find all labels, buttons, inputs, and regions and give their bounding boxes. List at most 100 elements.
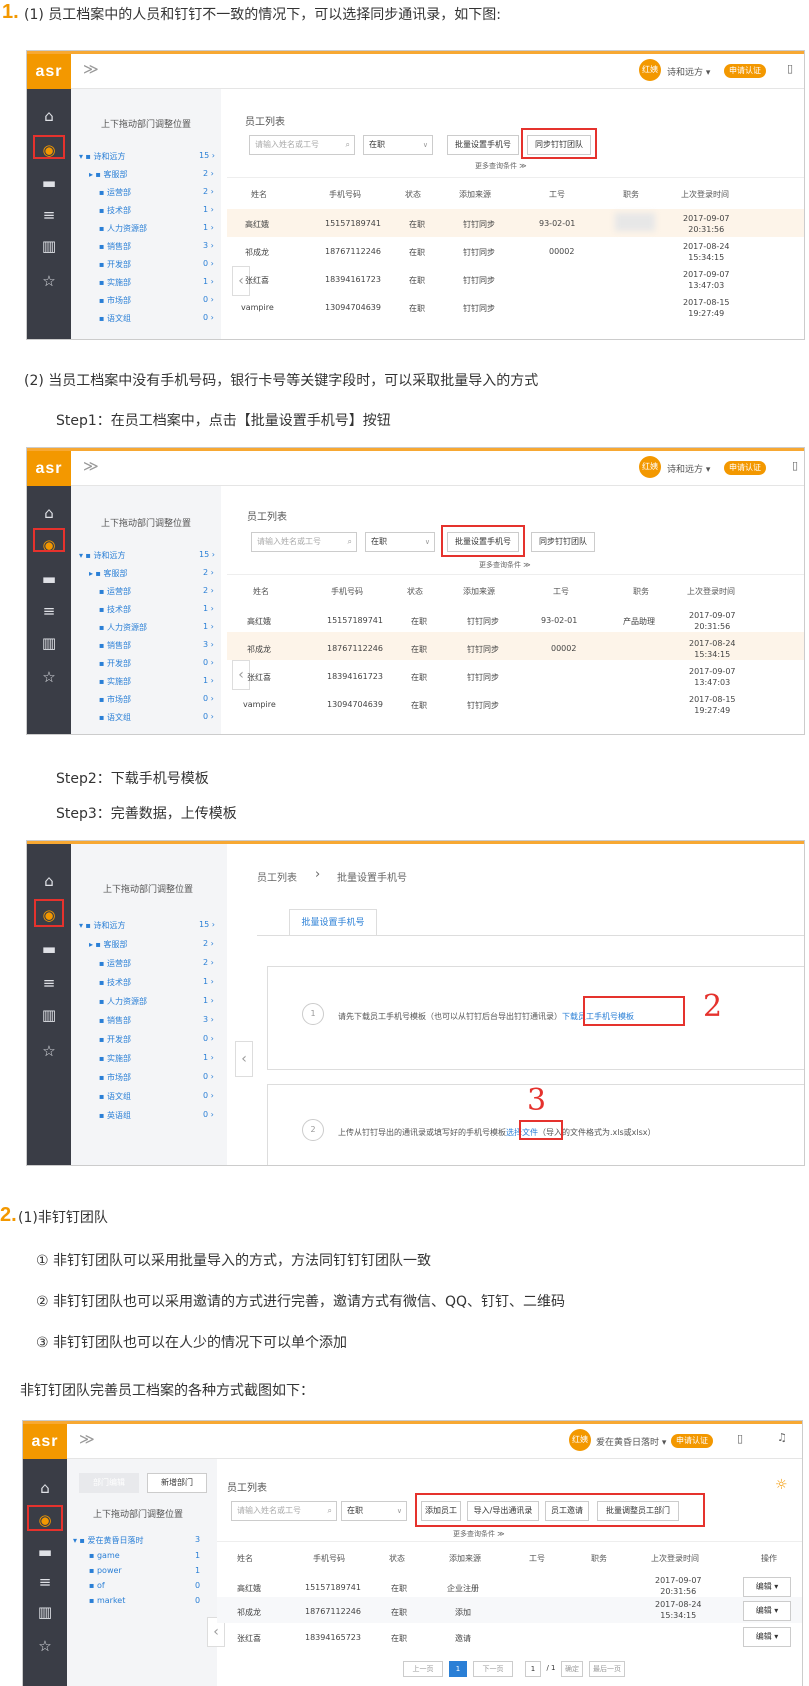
- tree-item[interactable]: ▪ 运营部: [99, 586, 131, 597]
- chart-icon[interactable]: ▥: [27, 634, 71, 652]
- database-icon[interactable]: ≡: [27, 206, 71, 224]
- user-name[interactable]: 诗和远方 ▾: [667, 65, 710, 78]
- card-icon[interactable]: ▬: [27, 174, 71, 192]
- sync-team-button[interactable]: 同步钉钉团队: [531, 532, 595, 552]
- tree-item[interactable]: ▪ power: [89, 1566, 122, 1575]
- tab-batch-phone[interactable]: 批量设置手机号: [289, 909, 377, 935]
- tree-item[interactable]: ▪ 销售部: [99, 640, 131, 651]
- logo[interactable]: asr: [23, 1424, 67, 1459]
- search-input[interactable]: 请输入姓名或工号 ⌕: [231, 1501, 337, 1521]
- auth-badge[interactable]: 申请认证: [671, 1434, 713, 1448]
- card-icon[interactable]: ▬: [23, 1543, 67, 1561]
- pager-current[interactable]: 1: [449, 1661, 467, 1677]
- tree-item[interactable]: ▪ 技术部: [99, 604, 131, 615]
- expand-icon[interactable]: ≫: [79, 1430, 95, 1448]
- lightbulb-icon[interactable]: ☼: [775, 1477, 788, 1493]
- star-icon[interactable]: ☆: [23, 1637, 67, 1655]
- tree-item[interactable]: ▪ 人力资源部: [99, 996, 147, 1007]
- book-icon[interactable]: ▯: [787, 62, 793, 75]
- database-icon[interactable]: ≡: [23, 1573, 67, 1591]
- search-icon[interactable]: ⌕: [348, 533, 352, 551]
- pager-last[interactable]: 最后一页: [589, 1661, 625, 1677]
- avatar[interactable]: 红姨: [639, 456, 661, 478]
- more-filters[interactable]: 更多查询条件 ≫: [479, 560, 531, 570]
- breadcrumb-list[interactable]: 员工列表: [257, 869, 297, 884]
- collapse-tree-button[interactable]: ‹: [235, 1041, 253, 1077]
- tree-item[interactable]: ▾ ▪ 诗和远方: [79, 920, 126, 931]
- tree-item[interactable]: ▪ game: [89, 1551, 120, 1560]
- user-name[interactable]: 诗和远方 ▾: [667, 462, 710, 475]
- new-dept-button[interactable]: 新增部门: [147, 1473, 207, 1493]
- tree-item[interactable]: ▪ 销售部: [99, 1015, 131, 1026]
- more-filters[interactable]: 更多查询条件 ≫: [453, 1529, 505, 1539]
- expand-icon[interactable]: ≫: [83, 60, 99, 78]
- bell-icon[interactable]: ♫: [777, 1431, 787, 1444]
- tree-item[interactable]: ▪ 英语组: [99, 1110, 131, 1121]
- chart-icon[interactable]: ▥: [23, 1603, 67, 1621]
- edit-button[interactable]: 编辑 ▾: [743, 1601, 791, 1621]
- tree-item[interactable]: ▪ 运营部: [99, 958, 131, 969]
- tree-item[interactable]: ▪ 开发部: [99, 658, 131, 669]
- tree-item[interactable]: ▪ 技术部: [99, 977, 131, 988]
- chart-icon[interactable]: ▥: [27, 1006, 71, 1024]
- tree-item[interactable]: ▪ 销售部: [99, 241, 131, 252]
- home-icon[interactable]: ⌂: [27, 872, 71, 890]
- search-input[interactable]: 请输入姓名或工号 ⌕: [251, 532, 357, 552]
- tree-item[interactable]: ▾ ▪ 诗和远方: [79, 550, 126, 561]
- tree-item[interactable]: ▪ 实施部: [99, 1053, 131, 1064]
- tree-item[interactable]: ▪ 语文组: [99, 712, 131, 723]
- search-input[interactable]: 请输入姓名或工号 ⌕: [249, 135, 355, 155]
- star-icon[interactable]: ☆: [27, 668, 71, 686]
- star-icon[interactable]: ☆: [27, 1042, 71, 1060]
- tree-item[interactable]: ▪ market: [89, 1596, 125, 1605]
- tree-item[interactable]: ▪ 运营部: [99, 187, 131, 198]
- tree-item[interactable]: ▪ 人力资源部: [99, 622, 147, 633]
- logo[interactable]: asr: [27, 54, 71, 89]
- tree-item[interactable]: ▪ 市场部: [99, 295, 131, 306]
- dept-edit-button[interactable]: 部门编辑: [79, 1473, 139, 1493]
- tree-item[interactable]: ▾ ▪ 爱在黄昏日落时: [73, 1535, 144, 1546]
- tree-item[interactable]: ▾ ▪ 诗和远方: [79, 151, 126, 162]
- tree-item[interactable]: ▸ ▪ 客服部: [89, 568, 128, 579]
- home-icon[interactable]: ⌂: [27, 504, 71, 522]
- batch-phone-button[interactable]: 批量设置手机号: [447, 135, 519, 155]
- status-select[interactable]: 在职 ∨: [341, 1501, 407, 1521]
- chart-icon[interactable]: ▥: [27, 237, 71, 255]
- auth-badge[interactable]: 申请认证: [724, 461, 766, 475]
- database-icon[interactable]: ≡: [27, 602, 71, 620]
- star-icon[interactable]: ☆: [27, 272, 71, 290]
- avatar[interactable]: 红姨: [569, 1429, 591, 1451]
- book-icon[interactable]: ▯: [737, 1432, 743, 1445]
- tree-item[interactable]: ▪ 语文组: [99, 313, 131, 324]
- tree-item[interactable]: ▪ 实施部: [99, 277, 131, 288]
- tree-item[interactable]: ▪ 语文组: [99, 1091, 131, 1102]
- tree-item[interactable]: ▸ ▪ 客服部: [89, 169, 128, 180]
- auth-badge[interactable]: 申请认证: [724, 64, 766, 78]
- status-select[interactable]: 在职 ∨: [365, 532, 435, 552]
- tree-item[interactable]: ▪ 市场部: [99, 694, 131, 705]
- pager-prev[interactable]: 上一页: [403, 1661, 443, 1677]
- search-icon[interactable]: ⌕: [346, 136, 350, 154]
- edit-button[interactable]: 编辑 ▾: [743, 1577, 791, 1597]
- tree-item[interactable]: ▪ 开发部: [99, 1034, 131, 1045]
- status-select[interactable]: 在职 ∨: [363, 135, 433, 155]
- tree-item[interactable]: ▪ 市场部: [99, 1072, 131, 1083]
- card-icon[interactable]: ▬: [27, 940, 71, 958]
- database-icon[interactable]: ≡: [27, 974, 71, 992]
- avatar[interactable]: 红姨: [639, 59, 661, 81]
- tree-item[interactable]: ▪ 技术部: [99, 205, 131, 216]
- home-icon[interactable]: ⌂: [27, 107, 71, 125]
- more-filters[interactable]: 更多查询条件 ≫: [475, 161, 527, 171]
- card-icon[interactable]: ▬: [27, 570, 71, 588]
- user-name[interactable]: 爱在黄昏日落时 ▾: [596, 1435, 666, 1448]
- tree-item[interactable]: ▪ 人力资源部: [99, 223, 147, 234]
- tree-item[interactable]: ▸ ▪ 客服部: [89, 939, 128, 950]
- edit-button[interactable]: 编辑 ▾: [743, 1627, 791, 1647]
- tree-item[interactable]: ▪ 开发部: [99, 259, 131, 270]
- expand-icon[interactable]: ≫: [83, 457, 99, 475]
- home-icon[interactable]: ⌂: [23, 1479, 67, 1497]
- tree-item[interactable]: ▪ of: [89, 1581, 105, 1590]
- tree-item[interactable]: ▪ 实施部: [99, 676, 131, 687]
- search-icon[interactable]: ⌕: [328, 1502, 332, 1520]
- logo[interactable]: asr: [27, 451, 71, 486]
